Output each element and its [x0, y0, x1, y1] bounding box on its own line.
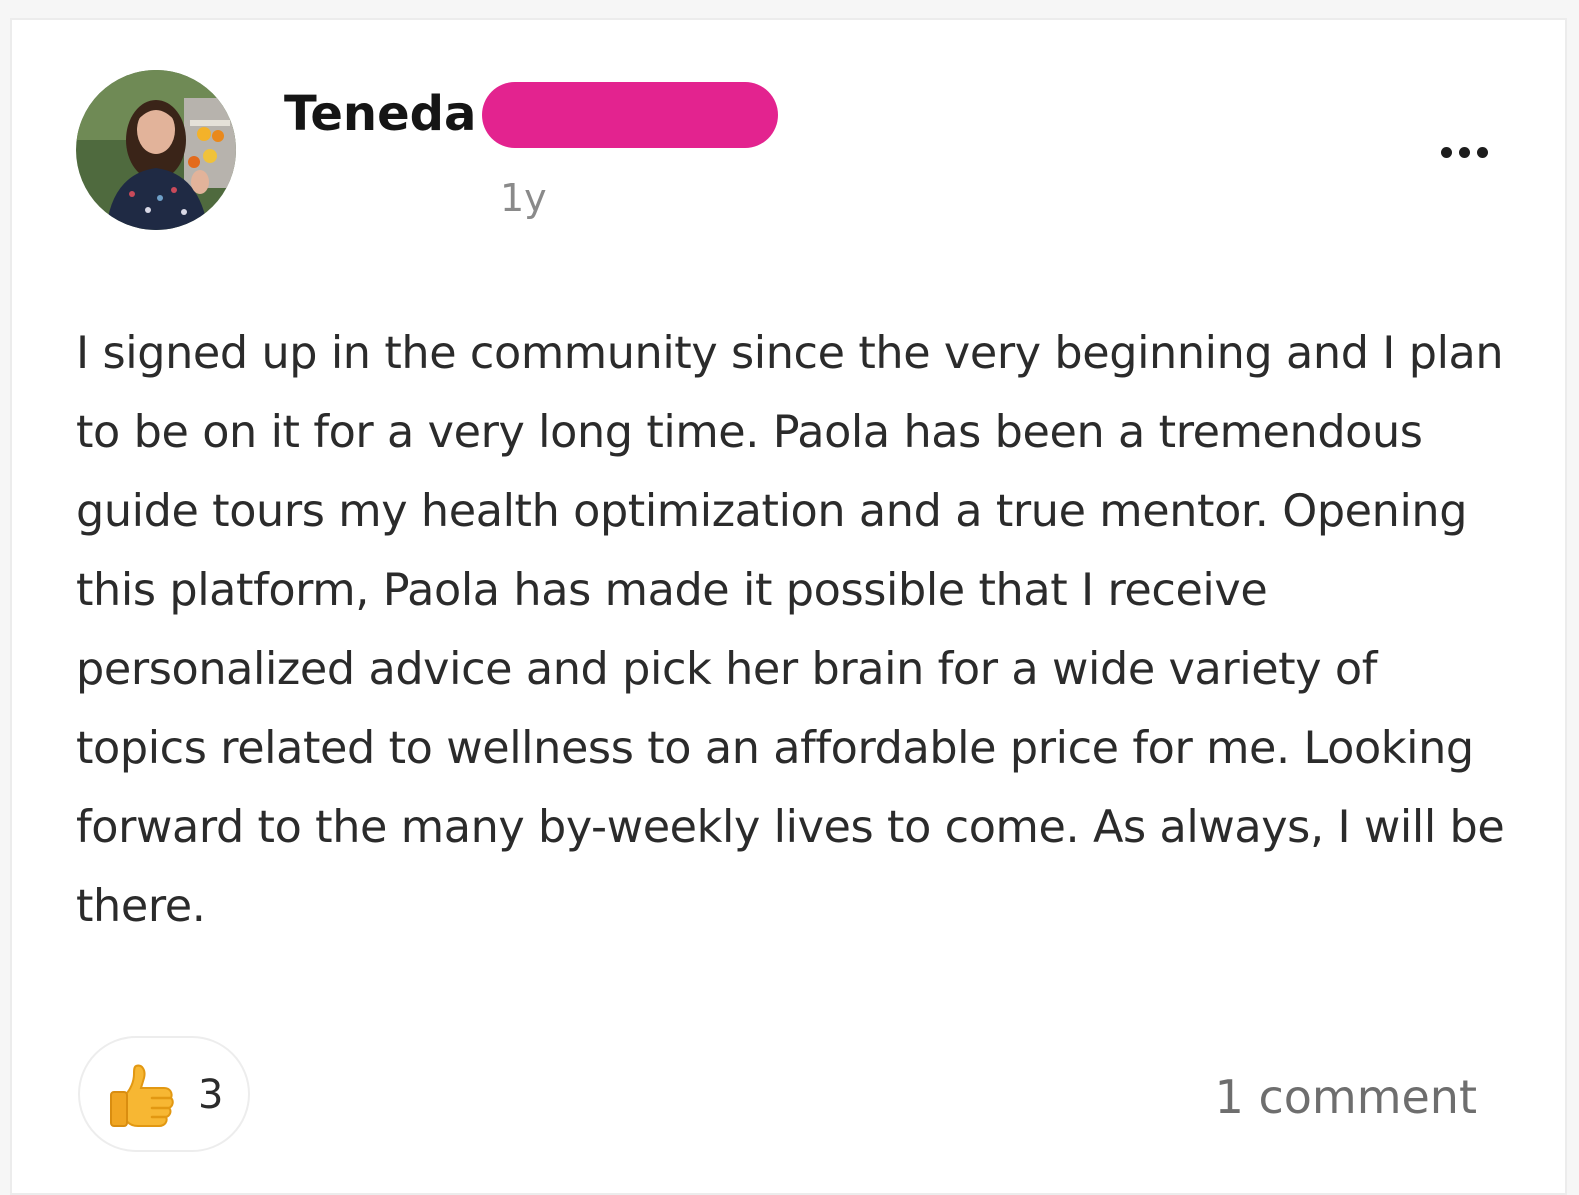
more-options-button[interactable] — [1424, 132, 1504, 172]
author-name[interactable]: Teneda — [284, 86, 476, 142]
author-avatar[interactable] — [76, 70, 236, 230]
avatar-photo — [76, 70, 236, 230]
more-horizontal-icon — [1440, 146, 1452, 158]
comments-link[interactable]: 1 comment — [1215, 1070, 1477, 1124]
more-horizontal-icon-dot — [1458, 146, 1470, 158]
more-horizontal-icon-dot — [1476, 146, 1488, 158]
thumbs-up-icon — [110, 1064, 174, 1127]
redaction-bar — [482, 82, 778, 148]
like-reaction-button[interactable]: 3 — [78, 1036, 250, 1152]
post-card: Teneda 1y I signed up in the community s… — [10, 18, 1567, 1195]
post-body-text: I signed up in the community since the v… — [76, 328, 1505, 932]
post-timestamp[interactable]: 1y — [500, 176, 547, 220]
reaction-count: 3 — [198, 1072, 224, 1118]
